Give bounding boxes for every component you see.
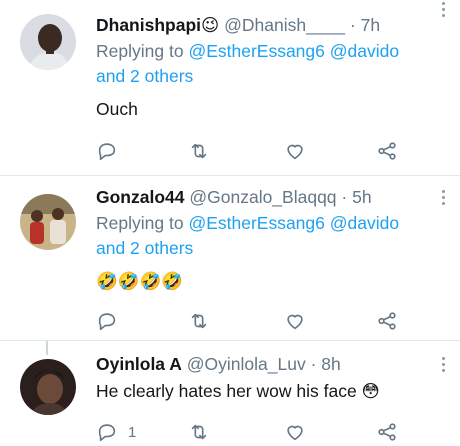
- more-options-icon[interactable]: [442, 357, 446, 375]
- tweet-header: Dhanishpapi😉 @Dhanish____ · 7h: [96, 14, 430, 36]
- reply-count: 1: [128, 423, 137, 441]
- retweet-icon: [191, 313, 207, 329]
- separator-dot: ·: [341, 187, 348, 207]
- tweet-header: Gonzalo44 @Gonzalo_Blaqqq · 5h: [96, 186, 430, 208]
- like-button[interactable]: [284, 139, 306, 163]
- like-icon: [287, 314, 303, 330]
- user-handle[interactable]: @Gonzalo_Blaqqq: [189, 187, 336, 207]
- reply-button[interactable]: [96, 139, 118, 163]
- retweet-button[interactable]: [188, 139, 210, 163]
- share-icon: [378, 312, 396, 330]
- like-icon: [287, 144, 303, 160]
- tweet-header: Oyinlola A @Oyinlola_Luv · 8h: [96, 353, 430, 375]
- reply-icon: [98, 143, 116, 161]
- retweet-icon: [191, 424, 207, 440]
- tweet-gonzalo44[interactable]: Gonzalo44 @Gonzalo_Blaqqq · 5h Replying …: [0, 176, 460, 341]
- more-options-icon[interactable]: [442, 190, 446, 208]
- replying-prefix: Replying to: [96, 41, 184, 61]
- retweet-button[interactable]: [188, 309, 210, 333]
- share-button[interactable]: [376, 420, 398, 444]
- tweet-text: He clearly hates her wow his face 😳: [96, 381, 380, 401]
- retweet-button[interactable]: [188, 420, 210, 444]
- timestamp[interactable]: 5h: [352, 187, 371, 207]
- like-button[interactable]: [284, 309, 306, 333]
- share-button[interactable]: [376, 139, 398, 163]
- tweet-text: Ouch: [96, 99, 138, 119]
- reply-icon: [98, 424, 116, 442]
- retweet-icon: [191, 143, 207, 159]
- reply-button[interactable]: [96, 309, 118, 333]
- replying-others[interactable]: and 2 others: [96, 238, 193, 258]
- replying-prefix: Replying to: [96, 213, 184, 233]
- display-name[interactable]: Dhanishpapi😉: [96, 15, 219, 35]
- share-button[interactable]: [376, 309, 398, 333]
- tweet-actions: [96, 139, 416, 163]
- replying-to: Replying to @EstherEssang6 @davido and 2…: [96, 39, 430, 89]
- replying-users[interactable]: @EstherEssang6 @davido: [188, 41, 399, 61]
- display-name[interactable]: Oyinlola A: [96, 354, 182, 374]
- reply-button[interactable]: 1: [96, 420, 136, 444]
- avatar[interactable]: [20, 194, 76, 250]
- reply-icon: [98, 313, 116, 331]
- avatar[interactable]: [20, 14, 76, 70]
- timestamp[interactable]: 7h: [361, 15, 380, 35]
- tweet-oyinlola[interactable]: Oyinlola A @Oyinlola_Luv · 8h He clearly…: [0, 341, 460, 446]
- avatar[interactable]: [20, 359, 76, 415]
- tweet-dhanishpapi[interactable]: Dhanishpapi😉 @Dhanish____ · 7h Replying …: [0, 0, 460, 174]
- separator-dot: ·: [310, 354, 317, 374]
- more-options-icon[interactable]: [442, 2, 446, 20]
- display-name[interactable]: Gonzalo44: [96, 187, 185, 207]
- tweet-text: 🤣🤣🤣🤣: [96, 271, 184, 291]
- replying-others[interactable]: and 2 others: [96, 66, 193, 86]
- user-handle[interactable]: @Oyinlola_Luv: [187, 354, 306, 374]
- like-button[interactable]: [284, 420, 306, 444]
- replying-to: Replying to @EstherEssang6 @davido and 2…: [96, 211, 430, 261]
- tweet-actions: 1: [96, 420, 416, 444]
- share-icon: [378, 423, 396, 441]
- tweet-actions: [96, 309, 416, 333]
- replying-users[interactable]: @EstherEssang6 @davido: [188, 213, 399, 233]
- timestamp[interactable]: 8h: [321, 354, 340, 374]
- separator-dot: ·: [349, 15, 356, 35]
- like-icon: [287, 425, 303, 441]
- share-icon: [378, 142, 396, 160]
- user-handle[interactable]: @Dhanish____: [224, 15, 345, 35]
